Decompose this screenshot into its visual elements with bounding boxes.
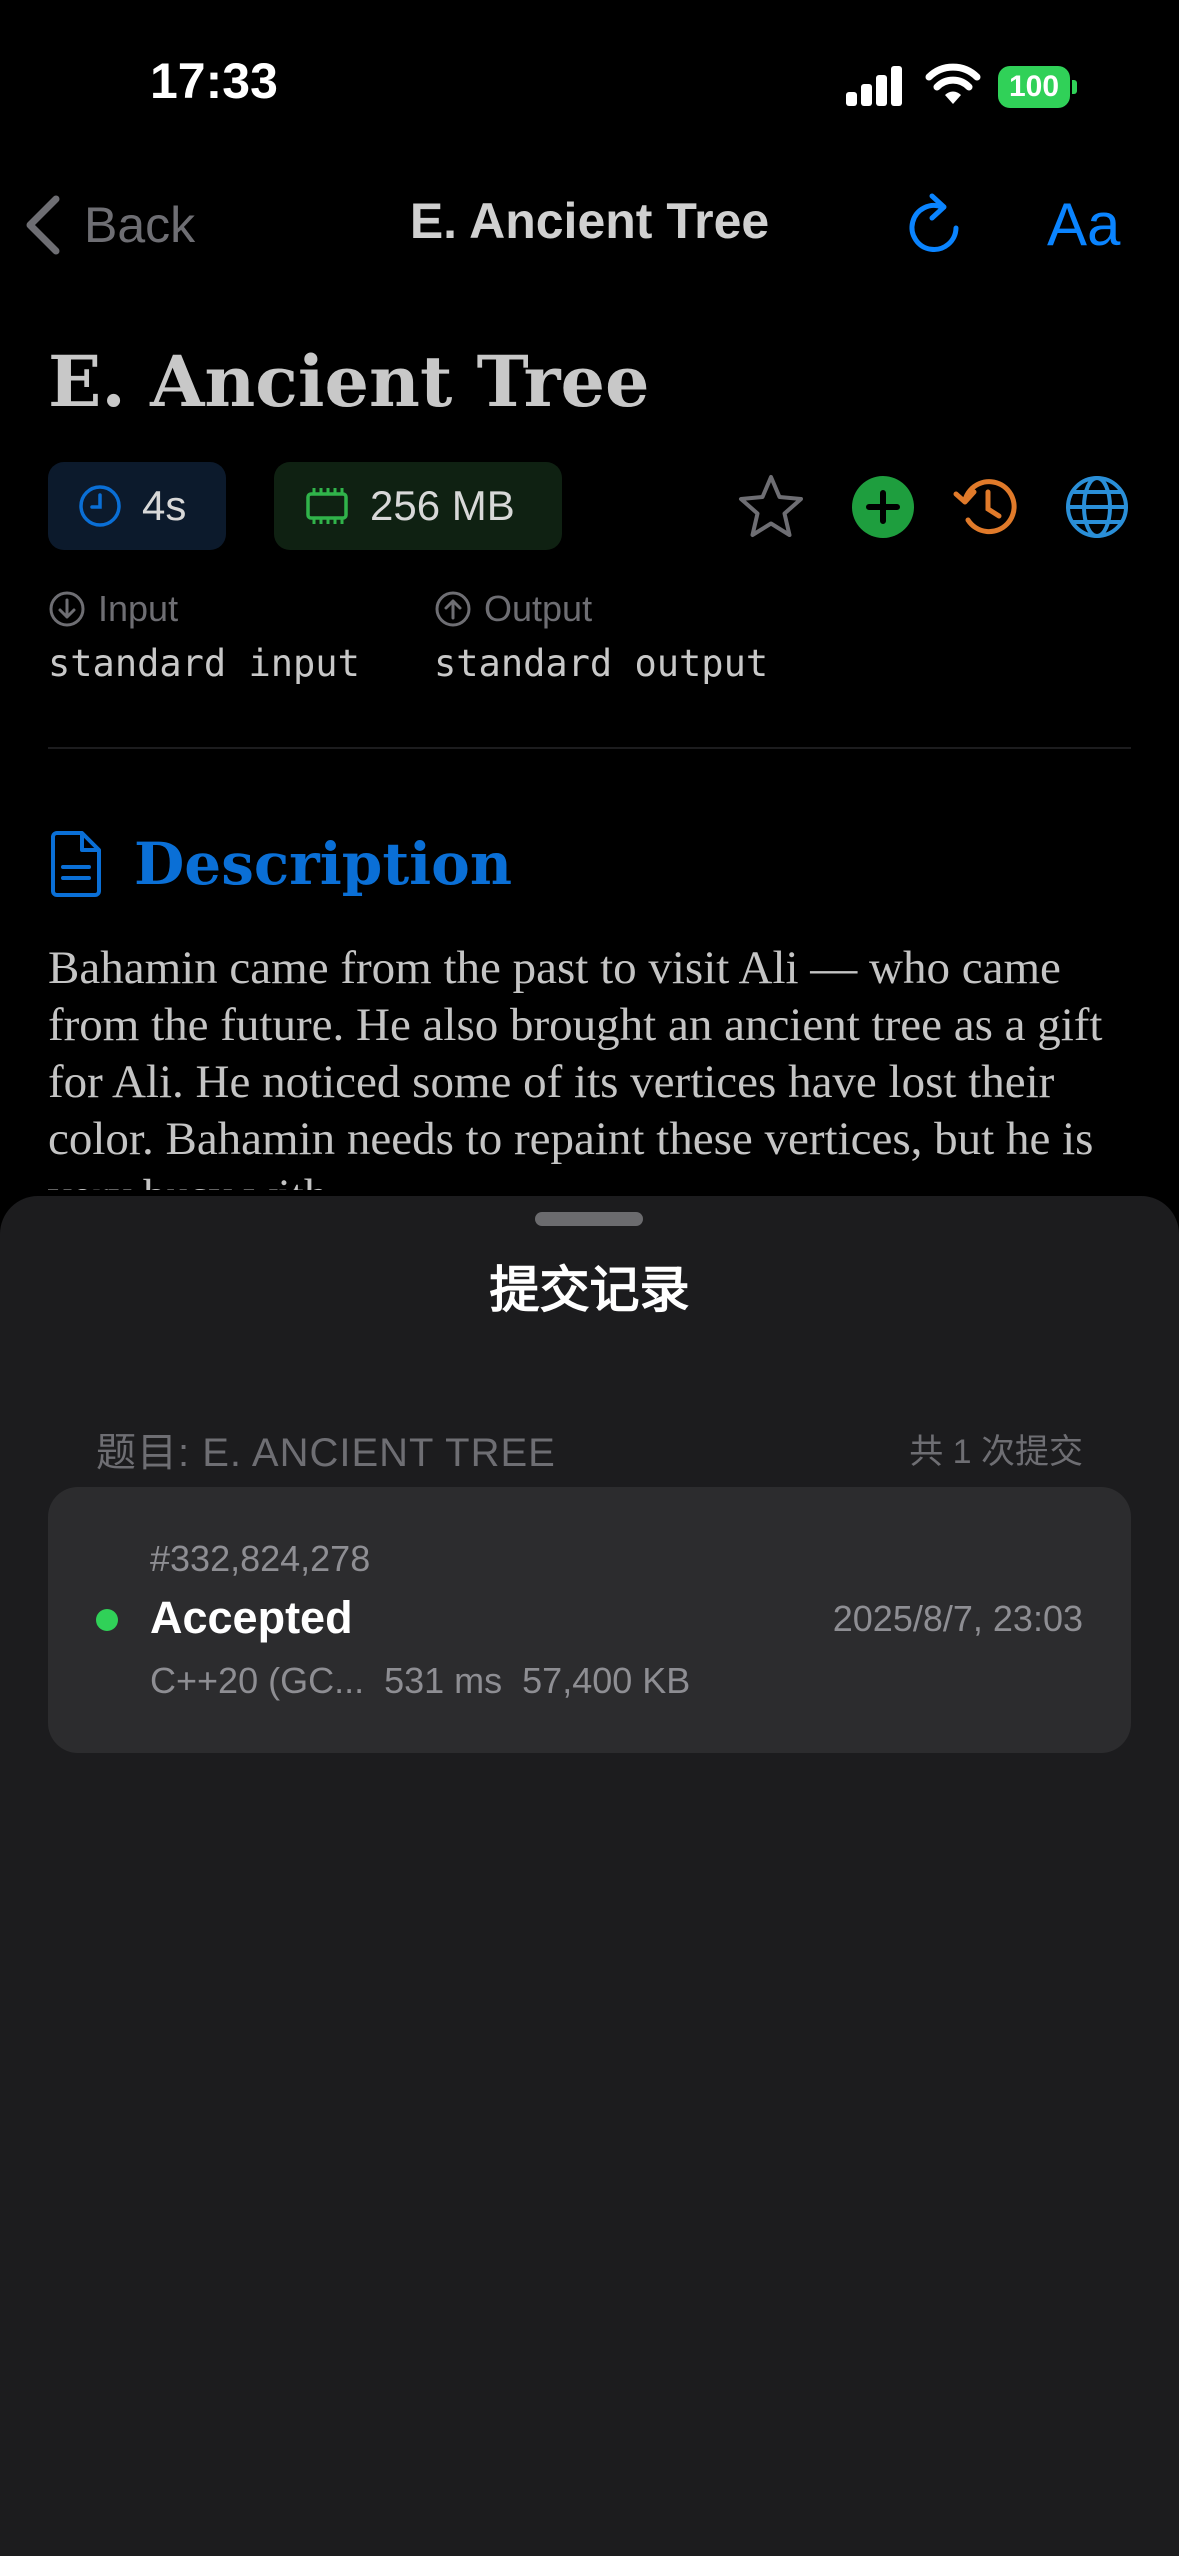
output-value: standard output	[434, 642, 769, 685]
submission-memory: 57,400 KB	[522, 1660, 691, 1701]
submissions-sheet	[0, 1196, 1179, 2556]
time-limit-badge: 4s	[48, 462, 226, 550]
battery-icon: 100	[998, 66, 1077, 108]
submission-time: 531 ms	[384, 1660, 503, 1701]
document-icon	[51, 831, 101, 897]
submission-meta: C++20 (GC... 531 ms 57,400 KB	[150, 1660, 690, 1702]
arrow-down-circle-icon	[49, 591, 85, 627]
submission-id: #332,824,278	[150, 1538, 371, 1579]
description-heading: Description	[48, 830, 512, 898]
input-label: Input	[48, 588, 178, 630]
history-icon[interactable]	[952, 472, 1022, 542]
nav-title: E. Ancient Tree	[409, 193, 770, 249]
description-title: Description	[134, 830, 512, 898]
battery-level: 100	[998, 66, 1070, 108]
globe-icon[interactable]	[1062, 472, 1132, 542]
submission-language: C++20 (GC...	[150, 1660, 365, 1701]
divider	[48, 747, 1131, 749]
arrow-up-circle-icon	[435, 591, 471, 627]
submission-date: 2025/8/7, 23:03	[832, 1598, 1083, 1639]
status-dot-icon	[96, 1609, 118, 1631]
sheet-grabber[interactable]	[535, 1212, 643, 1226]
description-text: Bahamin came from the past to visit Ali …	[48, 942, 1103, 1190]
memory-limit-value: 256 MB	[370, 482, 515, 529]
problem-section-label: 题目: E. ANCIENT TREE	[96, 1431, 556, 1475]
output-label: Output	[434, 588, 592, 630]
problem-title: E. Ancient Tree	[48, 340, 650, 423]
add-icon[interactable]	[848, 472, 918, 542]
cellular-signal-icon	[846, 64, 904, 106]
status-bar: 17:33 100	[0, 0, 1179, 175]
input-value: standard input	[48, 642, 360, 685]
submission-count: 共 1 次提交	[909, 1433, 1083, 1471]
status-time: 17:33	[150, 53, 278, 109]
font-size-button[interactable]: Aa	[1047, 190, 1120, 259]
star-icon[interactable]	[736, 472, 806, 542]
submission-verdict: Accepted	[150, 1592, 353, 1643]
time-limit-value: 4s	[142, 482, 187, 529]
memory-chip-icon	[306, 488, 348, 524]
clock-icon	[79, 485, 121, 527]
sheet-title: 提交记录	[489, 1262, 690, 1318]
wifi-icon	[925, 63, 981, 104]
memory-limit-badge: 256 MB	[274, 462, 562, 550]
refresh-icon[interactable]	[898, 192, 970, 264]
